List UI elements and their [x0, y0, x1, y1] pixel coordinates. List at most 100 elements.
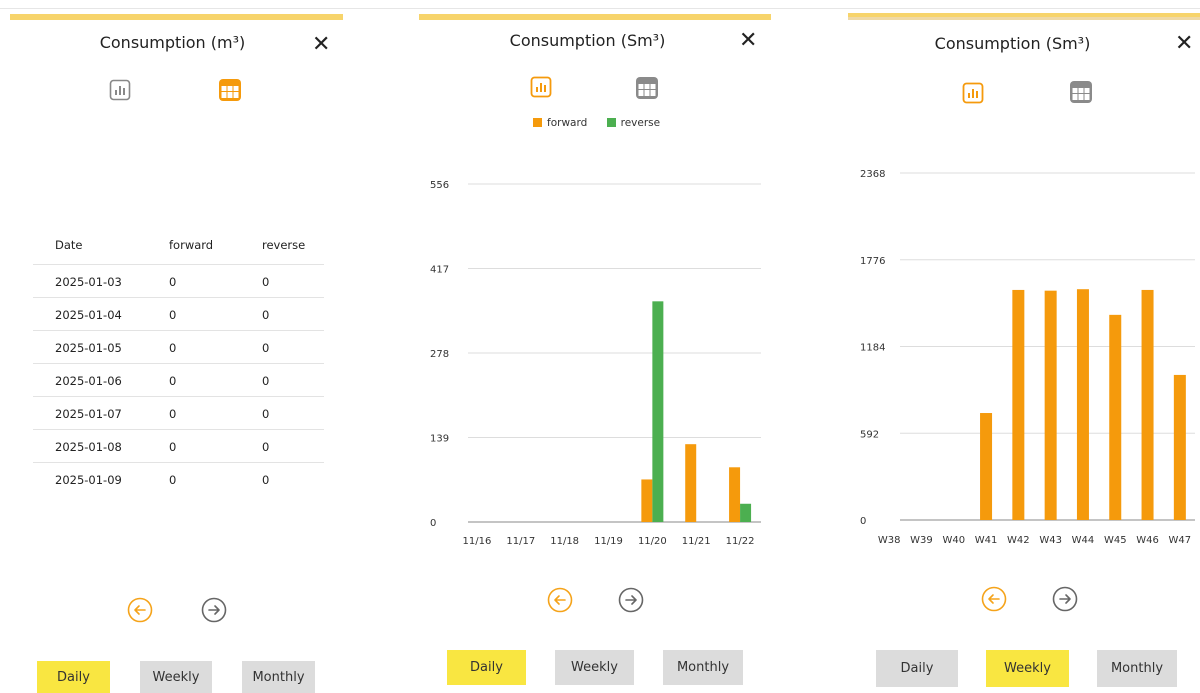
cell-date: 2025-01-03	[55, 275, 122, 289]
table-row: 2025-01-06 0 0	[33, 363, 324, 396]
next-arrow-icon[interactable]	[201, 597, 227, 623]
weekly-bar-chart: 0 592 1184 1776 2368 W38 W39 W40 W41 W42 W43 W44 W45…	[860, 169, 1195, 546]
table-icon[interactable]	[219, 79, 241, 101]
panel-title: Consumption (Sm³)	[509, 31, 666, 50]
table-row: 2025-01-04 0 0	[33, 297, 324, 330]
cell-forward: 0	[169, 341, 177, 355]
bar-chart-icon[interactable]	[962, 82, 984, 104]
bar-value	[1173, 374, 1186, 520]
header-forward: forward	[169, 238, 214, 252]
bar-value	[1012, 289, 1025, 520]
bar-forward	[641, 479, 653, 522]
x-tick-label: W41	[975, 535, 998, 546]
table-row: 2025-01-03 0 0	[33, 264, 324, 297]
bar-value	[980, 413, 993, 520]
header-reverse: reverse	[262, 238, 306, 252]
cell-forward: 0	[169, 374, 177, 388]
tab-weekly[interactable]: Weekly	[986, 650, 1069, 687]
cell-reverse: 0	[262, 308, 270, 322]
daily-chart-panel: Consumption (Sm³) ✕ 0 139 278 417 556 11/16 11…	[410, 0, 780, 693]
tab-monthly[interactable]: Monthly	[242, 661, 315, 693]
cell-date: 2025-01-07	[55, 407, 122, 421]
cell-reverse: 0	[262, 374, 270, 388]
x-tick-label: W40	[942, 535, 965, 546]
y-tick-label: 0	[430, 518, 436, 529]
next-arrow-icon[interactable]	[1052, 586, 1078, 612]
cell-date: 2025-01-06	[55, 374, 122, 388]
cell-date: 2025-01-04	[55, 308, 122, 322]
x-tick-label: 11/17	[506, 536, 535, 547]
table-row: 2025-01-09 0 0	[33, 462, 324, 495]
x-tick-label: W46	[1136, 535, 1159, 546]
cell-date: 2025-01-08	[55, 440, 122, 454]
bar-chart-icon[interactable]	[530, 76, 552, 98]
previous-arrow-icon[interactable]	[547, 587, 573, 613]
legend-forward: forward	[547, 117, 588, 129]
cell-reverse: 0	[262, 473, 270, 487]
y-tick-label: 592	[860, 429, 879, 440]
x-tick-label: 11/16	[463, 536, 492, 547]
cell-forward: 0	[169, 308, 177, 322]
panel-title: Consumption (Sm³)	[934, 34, 1091, 53]
panel-accent-bar	[419, 14, 771, 20]
legend-swatch-forward	[533, 118, 542, 127]
bar-value	[1141, 289, 1154, 520]
close-icon[interactable]: ✕	[739, 30, 757, 52]
previous-arrow-icon[interactable]	[127, 597, 153, 623]
table-header: Date forward reverse	[33, 228, 324, 264]
bar-value	[1109, 314, 1122, 520]
tab-weekly[interactable]: Weekly	[140, 661, 212, 693]
x-tick-label: 11/22	[726, 536, 755, 547]
table-row: 2025-01-05 0 0	[33, 330, 324, 363]
y-tick-label: 1184	[860, 343, 885, 354]
legend-reverse: reverse	[620, 117, 661, 129]
tab-monthly[interactable]: Monthly	[663, 650, 743, 685]
x-tick-label: 11/19	[594, 536, 623, 547]
y-tick-label: 1776	[860, 256, 885, 267]
cell-reverse: 0	[262, 407, 270, 421]
x-tick-label: 11/18	[550, 536, 579, 547]
bar-chart-icon[interactable]	[109, 79, 131, 101]
cell-reverse: 0	[262, 440, 270, 454]
close-icon[interactable]: ✕	[1175, 33, 1193, 55]
x-tick-label: W45	[1104, 535, 1127, 546]
x-tick-label: W38	[878, 535, 901, 546]
header-date: Date	[55, 238, 83, 252]
bar-reverse	[652, 301, 664, 522]
tab-daily[interactable]: Daily	[876, 650, 958, 687]
previous-arrow-icon[interactable]	[981, 586, 1007, 612]
cell-forward: 0	[169, 407, 177, 421]
consumption-table-panel: Consumption (m³) ✕ Date forward reverse …	[0, 0, 355, 693]
legend-swatch-reverse	[606, 118, 616, 127]
x-tick-label: W47	[1169, 535, 1192, 546]
y-tick-label: 278	[430, 349, 449, 360]
panel-accent-bar	[848, 13, 1200, 17]
bar-reverse	[740, 503, 752, 522]
y-tick-label: 0	[860, 516, 866, 527]
tab-daily[interactable]: Daily	[447, 650, 526, 685]
cell-reverse: 0	[262, 275, 270, 289]
panel-title: Consumption (m³)	[99, 33, 246, 52]
bar-forward	[685, 444, 697, 522]
cell-date: 2025-01-05	[55, 341, 122, 355]
y-tick-label: 556	[430, 180, 449, 191]
table-icon[interactable]	[1070, 81, 1092, 103]
x-tick-label: 11/21	[682, 536, 711, 547]
tab-daily[interactable]: Daily	[37, 661, 110, 693]
close-icon[interactable]: ✕	[312, 34, 330, 56]
bar-forward	[729, 467, 741, 522]
tab-monthly[interactable]: Monthly	[1097, 650, 1177, 687]
cell-reverse: 0	[262, 341, 270, 355]
next-arrow-icon[interactable]	[618, 587, 644, 613]
cell-forward: 0	[169, 440, 177, 454]
panel-accent-bar	[10, 14, 343, 20]
consumption-table: Date forward reverse 2025-01-03 0 0 2025…	[33, 228, 324, 495]
x-tick-label: W39	[910, 535, 933, 546]
y-tick-label: 2368	[860, 169, 885, 180]
bar-value	[1076, 289, 1089, 520]
table-row: 2025-01-07 0 0	[33, 396, 324, 429]
table-icon[interactable]	[636, 77, 658, 99]
cell-forward: 0	[169, 473, 177, 487]
chart-legend: forward reverse	[533, 117, 660, 129]
tab-weekly[interactable]: Weekly	[555, 650, 634, 685]
